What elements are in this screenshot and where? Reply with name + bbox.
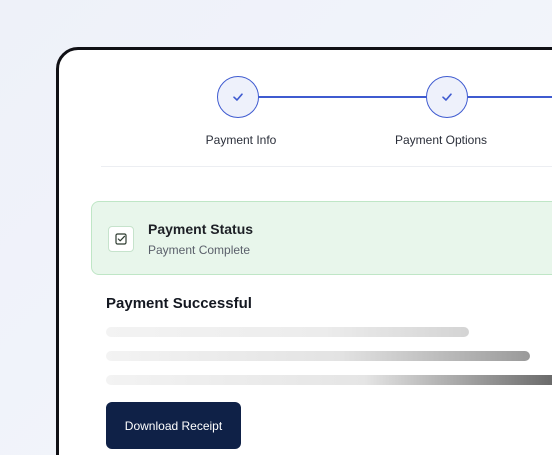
step-connector	[468, 96, 552, 98]
step-2-indicator[interactable]	[426, 76, 468, 118]
step-2-label: Payment Options	[394, 133, 488, 147]
step-1-indicator[interactable]	[217, 76, 259, 118]
check-icon	[442, 93, 452, 101]
status-title: Payment Status	[148, 221, 254, 237]
placeholder-line	[106, 375, 552, 385]
step-connector	[258, 96, 428, 98]
device-frame: Payment Info Payment Options Payment Sta…	[56, 47, 552, 455]
download-receipt-button[interactable]: Download Receipt	[106, 402, 241, 449]
placeholder-line	[106, 327, 469, 337]
payment-stepper: Payment Info Payment Options	[59, 50, 552, 168]
placeholder-line	[106, 351, 530, 361]
divider	[101, 166, 552, 167]
payment-status-card: Payment Status Payment Complete	[91, 201, 552, 275]
check-icon	[233, 93, 243, 101]
step-1-label: Payment Info	[205, 133, 277, 147]
status-subtitle: Payment Complete	[148, 243, 251, 257]
result-title: Payment Successful	[106, 295, 252, 312]
checkbox-check-icon	[108, 226, 134, 252]
